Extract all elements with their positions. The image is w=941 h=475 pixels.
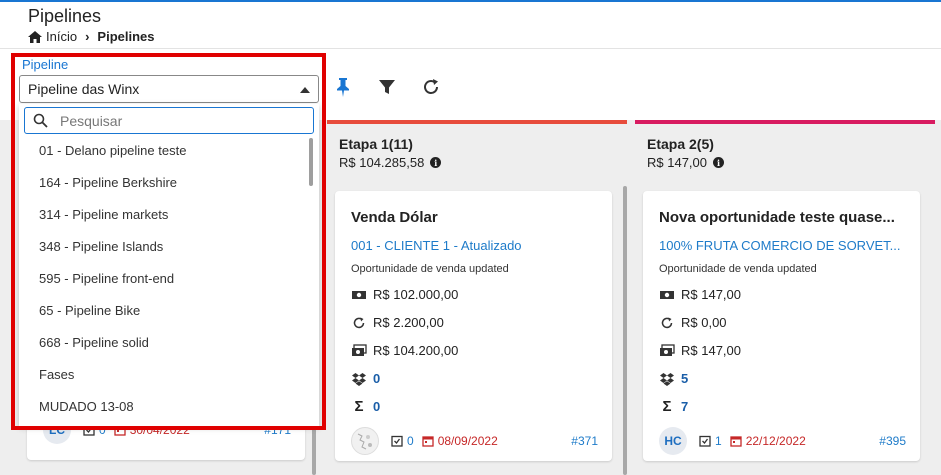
pipeline-select-value: Pipeline das Winx (28, 81, 140, 97)
top-accent-line (0, 0, 941, 2)
card-title: Nova oportunidade teste quase... (659, 209, 895, 226)
pipeline-option[interactable]: 668 - Pipeline solid (39, 335, 149, 350)
card-total-row: R$ 147,00 (659, 343, 741, 358)
sigma-icon: Σ (662, 398, 672, 415)
breadcrumb: Início › Pipelines (28, 29, 155, 44)
card-description: Oportunidade de venda updated (351, 263, 509, 275)
card-description: Oportunidade de venda updated (659, 263, 817, 275)
pipeline-option[interactable]: 65 - Pipeline Bike (39, 303, 140, 318)
dropdown-scrollbar[interactable] (309, 138, 313, 186)
card-products-row: 0 (351, 371, 380, 386)
pipeline-dropdown: 01 - Delano pipeline teste 164 - Pipelin… (19, 104, 319, 426)
dropbox-icon (660, 372, 674, 386)
deal-card[interactable]: Venda Dólar 001 - CLIENTE 1 - Atualizado… (335, 191, 612, 461)
recurring-icon (661, 317, 673, 328)
info-icon[interactable]: i (430, 157, 442, 168)
money-icon (352, 290, 366, 299)
deal-id-link[interactable]: #371 (571, 434, 598, 448)
breadcrumb-chevron-icon: › (85, 29, 90, 44)
column-title: Etapa 1(11) (339, 136, 413, 152)
pin-icon[interactable] (332, 76, 354, 98)
card-client-link[interactable]: 001 - CLIENTE 1 - Atualizado (351, 238, 601, 253)
calendar-icon (730, 436, 742, 447)
column-color-bar (327, 120, 627, 124)
sigma-icon: Σ (354, 398, 364, 415)
search-icon (33, 113, 48, 128)
avatar: HC (659, 427, 687, 455)
money-stack-icon (352, 343, 367, 356)
card-recurring-row: R$ 2.200,00 (351, 315, 444, 330)
due-date: 08/09/2022 (422, 434, 498, 448)
pipeline-option[interactable]: 164 - Pipeline Berkshire (39, 175, 177, 190)
pipeline-option[interactable]: 595 - Pipeline front-end (39, 271, 174, 286)
task-count: 0 (391, 434, 414, 448)
pipeline-option[interactable]: Fases (39, 367, 74, 382)
pipeline-option[interactable]: MUDADO 13-08 (39, 399, 134, 414)
avatar-image (351, 427, 379, 455)
dropdown-search (24, 107, 314, 134)
recurring-icon (353, 317, 365, 328)
dropdown-search-input[interactable] (60, 112, 290, 129)
pipeline-option[interactable]: 314 - Pipeline markets (39, 207, 168, 222)
pipeline-select[interactable]: Pipeline das Winx (19, 75, 319, 103)
column-etapa-2: Etapa 2(5) R$ 147,00 i Nova oportunidade… (635, 120, 935, 475)
task-check-icon (391, 435, 403, 447)
caret-up-icon (300, 87, 310, 93)
column-title: Etapa 2(5) (647, 136, 714, 152)
task-count: 1 (699, 434, 722, 448)
refresh-icon[interactable] (420, 76, 442, 98)
money-icon (660, 290, 674, 299)
breadcrumb-home-link[interactable]: Início (46, 29, 77, 44)
card-sum-row: Σ 7 (659, 398, 688, 415)
deal-card[interactable]: Nova oportunidade teste quase... 100% FR… (643, 191, 920, 461)
column-total: R$ 147,00 i (647, 155, 724, 170)
card-sum-row: Σ 0 (351, 398, 380, 415)
page-title: Pipelines (28, 6, 102, 26)
breadcrumb-current: Pipelines (97, 29, 155, 44)
card-footer: 0 08/09/2022 #371 (351, 427, 598, 455)
home-icon (28, 30, 42, 43)
header-divider (0, 48, 941, 49)
due-date: 22/12/2022 (730, 434, 806, 448)
card-client-link[interactable]: 100% FRUTA COMERCIO DE SORVET... (659, 238, 909, 253)
column-total: R$ 104.285,58 i (339, 155, 442, 170)
column-scrollbar[interactable] (623, 186, 627, 475)
pipeline-option[interactable]: 01 - Delano pipeline teste (39, 143, 186, 158)
deal-id-link[interactable]: #395 (879, 434, 906, 448)
calendar-icon (422, 436, 434, 447)
card-title: Venda Dólar (351, 209, 438, 226)
card-total-row: R$ 104.200,00 (351, 343, 458, 358)
dropbox-icon (352, 372, 366, 386)
card-value-row: R$ 147,00 (659, 287, 741, 302)
card-recurring-row: R$ 0,00 (659, 315, 727, 330)
card-value-row: R$ 102.000,00 (351, 287, 458, 302)
info-icon[interactable]: i (713, 157, 724, 168)
task-check-icon (699, 435, 711, 447)
pipeline-select-label: Pipeline (22, 57, 69, 72)
column-color-bar (635, 120, 935, 124)
money-stack-icon (660, 343, 675, 356)
filter-icon[interactable] (376, 76, 398, 98)
pipeline-option[interactable]: 348 - Pipeline Islands (39, 239, 163, 254)
card-products-row: 5 (659, 371, 688, 386)
column-etapa-1: Etapa 1(11) R$ 104.285,58 i Venda Dólar … (327, 120, 627, 475)
card-footer: HC 1 22/12/2022 #395 (659, 427, 906, 455)
